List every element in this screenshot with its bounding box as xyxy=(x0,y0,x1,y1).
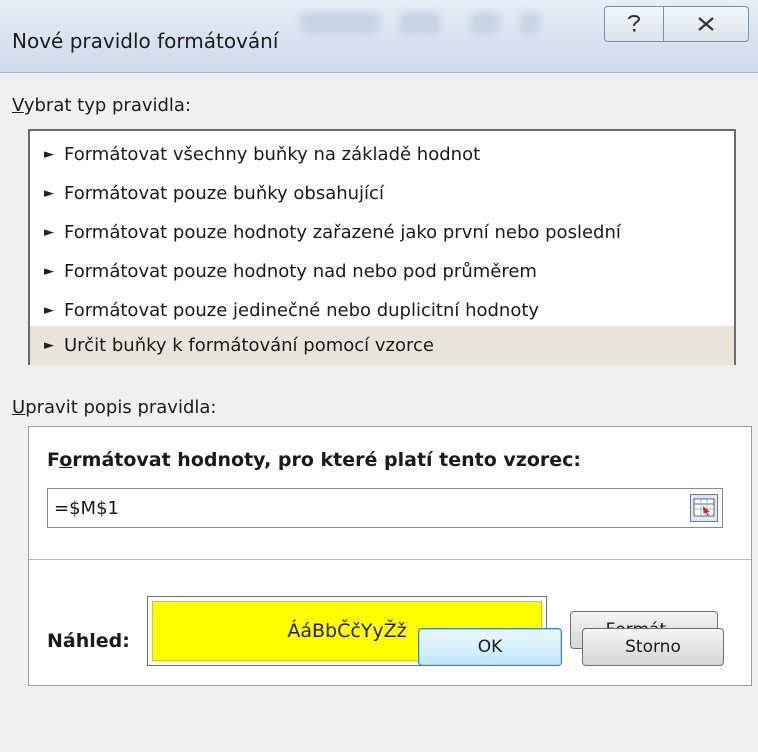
rule-type-item[interactable]: ► Formátovat pouze jedinečné nebo duplic… xyxy=(30,291,734,330)
cancel-button[interactable]: Storno xyxy=(582,628,724,666)
arrow-icon: ► xyxy=(44,264,54,279)
formula-input[interactable]: =$M$1 xyxy=(47,488,723,528)
rule-type-item-selected[interactable]: ► Určit buňky k formátování pomocí vzorc… xyxy=(30,326,734,365)
range-select-button[interactable] xyxy=(690,494,718,522)
close-icon xyxy=(698,17,714,31)
ok-button[interactable]: OK xyxy=(418,628,562,666)
background-blur xyxy=(300,12,380,34)
arrow-icon: ► xyxy=(44,338,54,353)
range-select-icon xyxy=(693,498,715,517)
rule-type-item[interactable]: ► Formátovat pouze buňky obsahující xyxy=(30,174,734,213)
arrow-icon: ► xyxy=(44,147,54,162)
title-bar: Nové pravidlo formátování xyxy=(0,0,758,72)
rule-type-item[interactable]: ► Formátovat pouze hodnoty zařazené jako… xyxy=(30,213,734,252)
rule-type-item[interactable]: ► Formátovat všechny buňky na základě ho… xyxy=(30,135,734,174)
arrow-icon: ► xyxy=(44,186,54,201)
separator xyxy=(29,559,751,560)
dialog-body: Vybrat typ pravidla: ► Formátovat všechn… xyxy=(0,72,758,752)
preview-label: Náhled: xyxy=(47,630,130,652)
window-title: Nové pravidlo formátování xyxy=(12,29,279,53)
close-button[interactable] xyxy=(663,6,749,42)
arrow-icon: ► xyxy=(44,303,54,318)
rule-type-label: Vybrat typ pravidla: xyxy=(12,95,192,116)
question-icon xyxy=(628,15,641,32)
background-blur xyxy=(470,12,500,34)
background-blur xyxy=(520,12,540,34)
rule-description-label: Upravit popis pravidla: xyxy=(12,397,217,418)
arrow-icon: ► xyxy=(44,225,54,240)
rule-type-item[interactable]: ► Formátovat pouze hodnoty nad nebo pod … xyxy=(30,252,734,291)
background-blur xyxy=(400,12,440,34)
help-button[interactable] xyxy=(604,6,664,42)
formula-label: Formátovat hodnoty, pro které platí tent… xyxy=(47,449,582,471)
rule-type-list[interactable]: ► Formátovat všechny buňky na základě ho… xyxy=(28,129,736,365)
